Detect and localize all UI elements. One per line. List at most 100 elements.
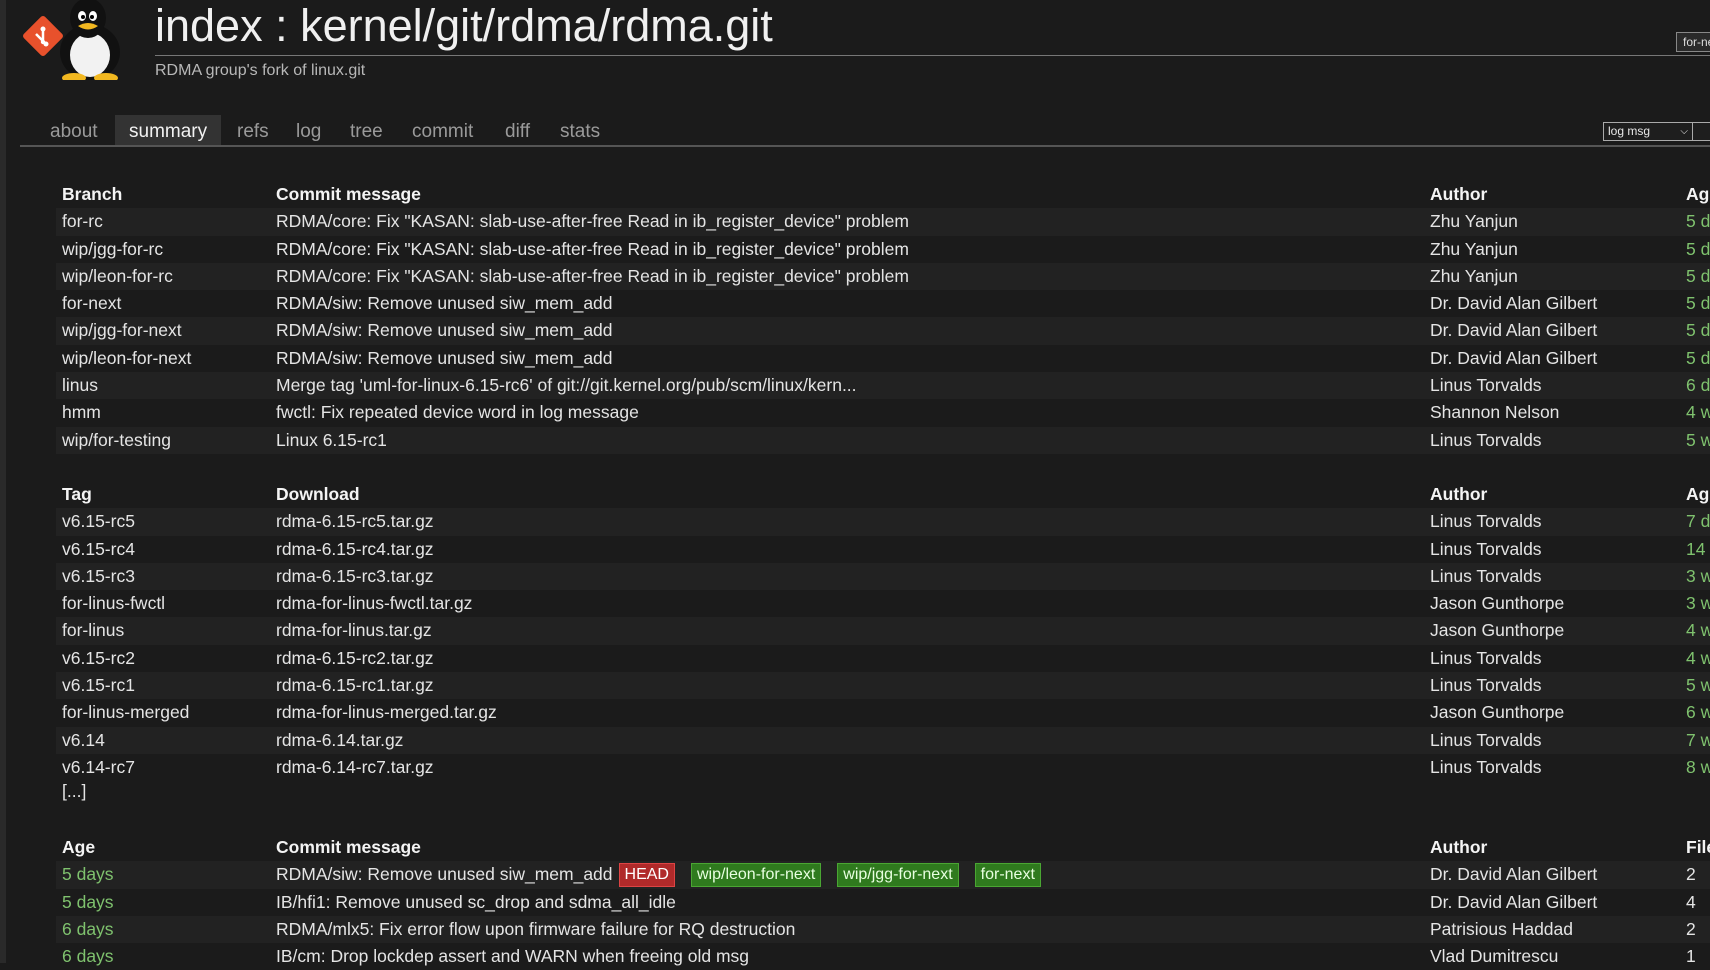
tag-name-link[interactable]: v6.15-rc1 <box>62 672 135 699</box>
tags-table: Tag Download Author Age v6.15-rc5 rdma-6.… <box>56 481 1710 781</box>
age-text: 4 weeks <box>1686 620 1710 641</box>
branch-row: linus Merge tag 'uml-for-linux-6.15-rc6' … <box>56 372 1710 400</box>
commit-message-link[interactable]: IB/hfi1: Remove unused sc_drop and sdma_… <box>276 892 676 912</box>
tag-row: v6.15-rc4 rdma-6.15-rc4.tar.gz Linus Torva… <box>56 536 1710 563</box>
branch-name-link[interactable]: for-rc <box>62 208 103 235</box>
git-tux-logo-icon <box>23 0 120 83</box>
more-tags-link[interactable]: [...] <box>62 781 86 802</box>
tag-row: for-linus-merged rdma-for-linus-merged.ta… <box>56 699 1710 726</box>
commit-message-link[interactable]: RDMA/siw: Remove unused siw_mem_add <box>276 345 613 372</box>
author-name: Dr. David Alan Gilbert <box>1430 347 1598 368</box>
age-text: 5 weeks <box>1686 429 1710 450</box>
commit-message-link[interactable]: Merge tag 'uml-for-linux-6.15-rc6' of gi… <box>276 372 857 399</box>
tab-log[interactable]: log <box>296 115 321 145</box>
page-title[interactable]: index : kernel/git/rdma/rdma.git <box>155 0 773 52</box>
tab-about[interactable]: about <box>50 115 98 145</box>
branch-row: for-rc RDMA/core: Fix "KASAN: slab-use-af… <box>56 208 1710 236</box>
tab-tree[interactable]: tree <box>350 115 383 145</box>
log-row: 6 days RDMA/mlx5: Fix error flow upon fir… <box>56 915 1710 944</box>
tag-name-link[interactable]: for-linus-fwctl <box>62 590 165 617</box>
author-name: Jason Gunthorpe <box>1430 620 1565 641</box>
col-header-age: Age <box>1686 184 1710 204</box>
col-header-author: Author <box>1430 837 1488 857</box>
download-link[interactable]: rdma-for-linus-merged.tar.gz <box>276 699 497 726</box>
tag-name-link[interactable]: v6.15-rc3 <box>62 563 135 590</box>
download-link[interactable]: rdma-6.15-rc5.tar.gz <box>276 508 434 535</box>
age-text: 6 days <box>1686 375 1710 396</box>
branch-row: wip/leon-for-rc RDMA/core: Fix "KASAN: sl… <box>56 262 1710 291</box>
tab-diff[interactable]: diff <box>505 115 530 145</box>
download-link[interactable]: rdma-for-linus.tar.gz <box>276 617 432 644</box>
col-header-branch: Branch <box>62 184 123 204</box>
search-mode-select[interactable]: log msg ⌵ <box>1603 122 1693 141</box>
commit-message-link[interactable]: RDMA/siw: Remove unused siw_mem_add <box>276 864 613 884</box>
age-text: 5 days <box>1686 293 1710 314</box>
branch-select[interactable]: for-next <box>1676 32 1710 52</box>
branch-name-link[interactable]: linus <box>62 372 98 399</box>
author-name: Jason Gunthorpe <box>1430 593 1565 614</box>
col-header-age: Age <box>1686 484 1710 504</box>
tab-commit[interactable]: commit <box>412 115 473 145</box>
log-row: 5 days IB/hfi1: Remove unused sc_drop and… <box>56 889 1710 916</box>
log-table: Age Commit message Author Files 5 days RD… <box>56 834 1710 970</box>
download-link[interactable]: rdma-for-linus-fwctl.tar.gz <box>276 590 472 617</box>
commit-message-link[interactable]: fwctl: Fix repeated device word in log m… <box>276 399 639 426</box>
tag-name-link[interactable]: for-linus <box>62 617 124 644</box>
branch-name-link[interactable]: wip/jgg-for-rc <box>62 236 163 263</box>
download-link[interactable]: rdma-6.15-rc2.tar.gz <box>276 645 434 672</box>
tag-name-link[interactable]: v6.15-rc2 <box>62 645 135 672</box>
files-changed-count: 4 <box>1686 891 1696 912</box>
age-text: 3 weeks <box>1686 565 1710 586</box>
author-name: Zhu Yanjun <box>1430 238 1518 259</box>
col-header-author: Author <box>1430 184 1488 204</box>
commit-message-link[interactable]: Linux 6.15-rc1 <box>276 427 387 454</box>
commit-message-link[interactable]: RDMA/siw: Remove unused siw_mem_add <box>276 317 613 344</box>
download-link[interactable]: rdma-6.15-rc3.tar.gz <box>276 563 434 590</box>
tab-refs[interactable]: refs <box>237 115 269 145</box>
search-input[interactable] <box>1692 122 1710 141</box>
commit-message-link[interactable]: RDMA/siw: Remove unused siw_mem_add <box>276 290 613 317</box>
col-header-age: Age <box>62 837 96 857</box>
head-badge[interactable]: HEAD <box>618 863 675 888</box>
branch-row: wip/for-testing Linux 6.15-rc1 Linus Torva… <box>56 426 1710 454</box>
author-name: Zhu Yanjun <box>1430 265 1518 286</box>
branch-name-link[interactable]: wip/leon-for-next <box>62 345 191 372</box>
col-header-tag: Tag <box>62 484 92 504</box>
author-name: Patrisious Haddad <box>1430 918 1573 939</box>
tab-summary[interactable]: summary <box>115 115 222 145</box>
tag-name-link[interactable]: v6.15-rc4 <box>62 536 135 563</box>
page-frame <box>0 0 6 963</box>
branch-name-link[interactable]: for-next <box>62 290 121 317</box>
tag-name-link[interactable]: v6.15-rc5 <box>62 508 135 535</box>
download-link[interactable]: rdma-6.15-rc4.tar.gz <box>276 536 434 563</box>
site-logo[interactable] <box>22 0 140 83</box>
tag-name-link[interactable]: v6.14 <box>62 727 105 754</box>
commit-message-link[interactable]: IB/cm: Drop lockdep assert and WARN when… <box>276 946 749 966</box>
download-link[interactable]: rdma-6.14.tar.gz <box>276 727 403 754</box>
age-text: 8 weeks <box>1686 756 1710 777</box>
author-name: Linus Torvalds <box>1430 511 1542 532</box>
author-name: Jason Gunthorpe <box>1430 702 1565 723</box>
commit-message-link[interactable]: RDMA/core: Fix "KASAN: slab-use-after-fr… <box>276 236 909 263</box>
commit-message-link[interactable]: RDMA/core: Fix "KASAN: slab-use-after-fr… <box>276 208 909 235</box>
branch-name-link[interactable]: hmm <box>62 399 101 426</box>
branch-badge[interactable]: wip/jgg-for-next <box>837 863 959 888</box>
branch-row: wip/leon-for-next RDMA/siw: Remove unused… <box>56 345 1710 372</box>
branch-badge[interactable]: for-next <box>974 863 1041 888</box>
tag-name-link[interactable]: v6.14-rc7 <box>62 754 135 781</box>
tab-stats[interactable]: stats <box>560 115 600 145</box>
age-text: 5 days <box>62 864 114 885</box>
col-header-download: Download <box>276 484 360 504</box>
commit-message-link[interactable]: RDMA/mlx5: Fix error flow upon firmware … <box>276 919 795 939</box>
branch-badge[interactable]: wip/leon-for-next <box>690 863 822 888</box>
author-name: Linus Torvalds <box>1430 375 1542 396</box>
branch-name-link[interactable]: wip/leon-for-rc <box>62 263 173 290</box>
tag-name-link[interactable]: for-linus-merged <box>62 699 189 726</box>
download-link[interactable]: rdma-6.15-rc1.tar.gz <box>276 672 434 699</box>
age-text: 5 days <box>1686 211 1710 232</box>
download-link[interactable]: rdma-6.14-rc7.tar.gz <box>276 754 434 781</box>
tag-row: v6.15-rc1 rdma-6.15-rc1.tar.gz Linus Torva… <box>56 672 1710 700</box>
commit-message-link[interactable]: RDMA/core: Fix "KASAN: slab-use-after-fr… <box>276 263 909 290</box>
branch-name-link[interactable]: wip/for-testing <box>62 427 171 454</box>
branch-name-link[interactable]: wip/jgg-for-next <box>62 317 182 344</box>
